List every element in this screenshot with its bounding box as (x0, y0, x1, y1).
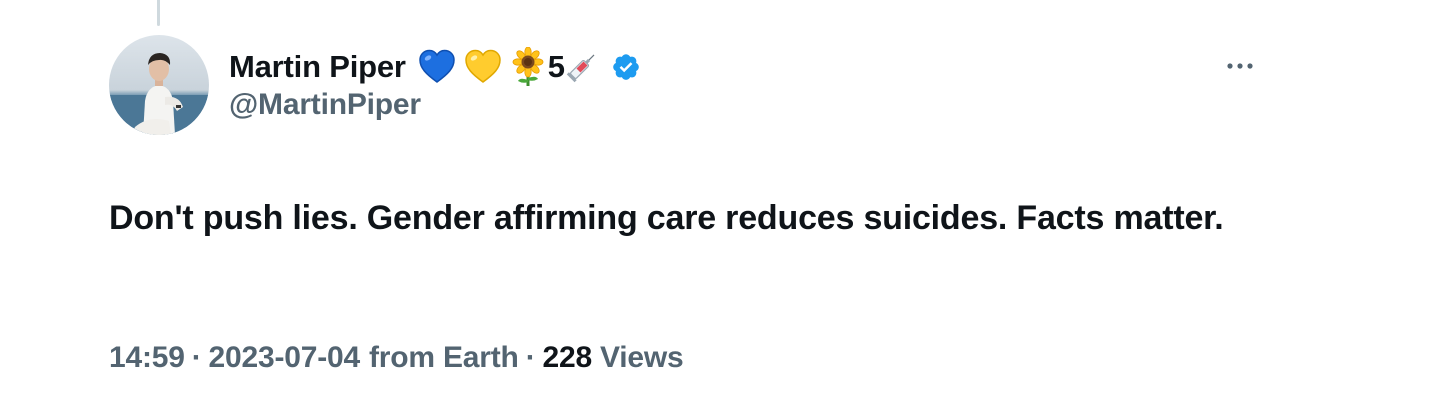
tweet-time[interactable]: 14:59 (109, 341, 185, 375)
avatar[interactable] (109, 35, 209, 135)
more-options-button[interactable] (1222, 54, 1258, 78)
verified-badge-icon[interactable] (611, 52, 641, 82)
tweet-source: from Earth (369, 341, 519, 374)
sunflower-icon (510, 47, 546, 87)
yellow-heart-icon (464, 49, 502, 85)
display-name[interactable]: Martin Piper (229, 49, 406, 85)
meta-separator: · (191, 341, 202, 374)
tweet-text: Don't push lies. Gender affirming care r… (109, 199, 1224, 237)
blue-heart-icon (418, 49, 456, 85)
syringe-icon (565, 50, 599, 84)
tweet-meta: 14:59 · 2023-07-04 from Earth · 228 View… (109, 336, 684, 380)
author-name-row: Martin Piper 5 (229, 46, 641, 88)
tweet-date[interactable]: 2023-07-04 (209, 341, 361, 375)
views-count[interactable]: 228 (542, 341, 592, 375)
vaccine-count: 5 (547, 49, 565, 84)
views-label[interactable]: Views (600, 341, 684, 375)
author-handle[interactable]: @MartinPiper (229, 88, 421, 122)
more-dots-icon (1227, 63, 1253, 69)
thread-connector-line (157, 0, 160, 26)
meta-separator: · (525, 341, 536, 374)
